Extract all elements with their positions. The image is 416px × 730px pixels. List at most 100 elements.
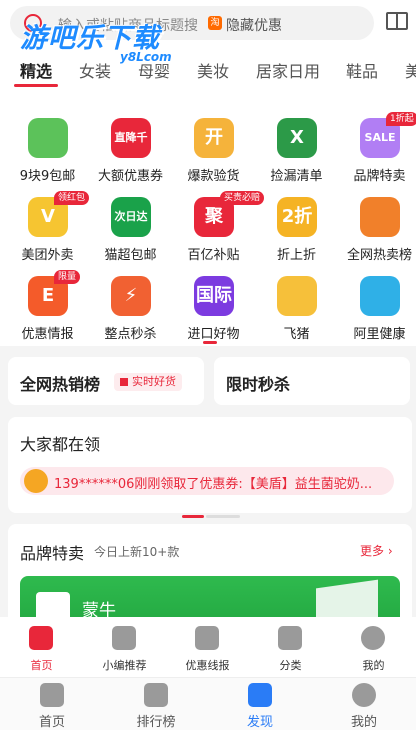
tab-discover[interactable]: 发现 — [208, 678, 312, 730]
grid-glyph: 国际 — [196, 285, 232, 306]
tab-home[interactable]: 居家日用 — [256, 58, 320, 82]
grid-glyph: X — [290, 127, 304, 148]
grid-item[interactable]: 国际 进口好物 — [172, 262, 255, 342]
tab-category[interactable]: 分类 — [249, 617, 332, 677]
grid-glyph — [28, 118, 68, 158]
tab-label: 小编推荐 — [102, 659, 147, 672]
grid-item[interactable]: 开爆款验货 — [172, 104, 255, 184]
tab-label: 发现 — [246, 715, 273, 730]
grid-label: 品牌特卖 — [353, 169, 406, 184]
brand-subtitle: 今日上新10+款 — [94, 545, 180, 559]
grid-label: 飞猪 — [283, 327, 310, 342]
tab-shoes[interactable]: 鞋品 — [346, 58, 378, 82]
grid-label: 整点秒杀 — [104, 327, 157, 342]
tab-label: 优惠线报 — [185, 659, 230, 672]
flash-sale-title: 限时秒杀 — [226, 375, 291, 394]
grid-badge: 1折起 — [386, 112, 416, 126]
everyone-title: 大家都在领 — [20, 435, 101, 454]
crown-icon — [144, 683, 168, 707]
tab-recommend[interactable]: 小编推荐 — [83, 617, 166, 677]
grid-label: 百亿补贴 — [187, 248, 240, 263]
tab-label: 首页 — [38, 715, 65, 730]
grid-glyph: ⚡ — [124, 285, 138, 306]
grid-label: 美团外卖 — [21, 248, 74, 263]
hot-list-title: 全网热销榜 — [20, 375, 101, 394]
category-icon — [278, 626, 302, 650]
tab-beauty[interactable]: 美妆 — [197, 58, 229, 82]
grid-item[interactable]: 全网热卖榜 — [338, 183, 416, 263]
grid-label: 9块9包邮 — [19, 169, 76, 184]
deal-news-icon — [195, 626, 219, 650]
grid-glyph — [277, 276, 317, 316]
grid-item[interactable]: 阿里健康 — [338, 262, 416, 342]
everyone-card: 大家都在领 139******06刚刚领取了优惠券:【美盾】益生菌驼奶... — [8, 417, 412, 518]
tab-home-outer[interactable]: 首页 — [0, 678, 104, 730]
grid-label: 猫超包邮 — [104, 248, 157, 263]
grid-label: 全网热卖榜 — [346, 248, 412, 263]
grid-label: 大额优惠券 — [97, 169, 163, 184]
tab-deal-news[interactable]: 优惠线报 — [166, 617, 249, 677]
grid-glyph — [360, 276, 400, 316]
hot-list-card[interactable]: 全网热销榜 实时好货 — [8, 357, 204, 405]
tab-women[interactable]: 女装 — [79, 58, 111, 82]
smile-icon — [352, 683, 376, 707]
grid-item[interactable]: 次日达 猫超包邮 — [89, 183, 172, 263]
grid-glyph: 开 — [205, 127, 223, 148]
flash-sale-card[interactable]: 限时秒杀 — [214, 357, 410, 405]
feature-grid: 9块9包邮 直降千元 大额优惠券开爆款验货 X 捡漏清单 SALE 1折起 品牌特卖 V 领红包美… — [0, 96, 416, 346]
tab-label: 排行榜 — [136, 715, 176, 730]
tab-crown[interactable]: 排行榜 — [104, 678, 208, 730]
grid-label: 捡漏清单 — [270, 169, 323, 184]
discover-icon — [248, 683, 272, 707]
tab-label: 分类 — [279, 659, 302, 672]
outer-tabbar: 首页 排行榜 发现 我的 — [0, 677, 416, 730]
grid-glyph: 2折 — [281, 206, 313, 227]
tab-label: 首页 — [30, 659, 53, 672]
tab-more[interactable]: 美 — [405, 58, 416, 82]
hot-tag: 实时好货 — [114, 373, 182, 391]
tab-label: 我的 — [350, 715, 377, 730]
ticker-text: 139******06刚刚领取了优惠券:【美盾】益生菌驼奶... — [54, 477, 373, 492]
grid-label: 阿里健康 — [353, 327, 406, 342]
grid-label: 进口好物 — [187, 327, 240, 342]
grid-pager — [203, 341, 217, 344]
more-link[interactable]: 更多 › — [360, 542, 393, 559]
grid-item[interactable]: ⚡ 整点秒杀 — [89, 262, 172, 342]
grid-item[interactable]: SALE 1折起 品牌特卖 — [338, 104, 416, 184]
tab-baby[interactable]: 母婴 — [138, 58, 170, 82]
tab-profile[interactable]: 我的 — [332, 617, 415, 677]
home-icon — [29, 626, 53, 650]
grid-item[interactable]: E 限量 优惠情报 — [6, 262, 89, 342]
coupon-ticker[interactable]: 139******06刚刚领取了优惠券:【美盾】益生菌驼奶... — [20, 467, 394, 495]
active-tab-indicator — [14, 84, 58, 87]
grid-glyph — [360, 197, 400, 237]
book-icon[interactable] — [386, 12, 408, 30]
tab-smile[interactable]: 我的 — [312, 678, 416, 730]
taobao-mark-icon: 淘 — [208, 16, 222, 30]
grid-item[interactable]: 9块9包邮 — [6, 104, 89, 184]
profile-icon — [361, 626, 385, 650]
recommend-icon — [112, 626, 136, 650]
tab-featured[interactable]: 精选 — [20, 58, 52, 82]
ticker-dots — [182, 503, 242, 522]
grid-label: 优惠情报 — [21, 327, 74, 342]
grid-badge: 领红包 — [54, 191, 90, 205]
grid-badge: 限量 — [54, 270, 81, 284]
home-outer-icon — [40, 683, 64, 707]
grid-item[interactable]: V 领红包 美团外卖 — [6, 183, 90, 263]
brand-title: 品牌特卖 — [20, 544, 85, 563]
grid-item[interactable]: 飞猪 — [255, 262, 338, 342]
grid-item[interactable]: 直降千元 大额优惠券 — [89, 104, 172, 184]
grid-glyph: 直降千元 — [114, 131, 148, 184]
grid-label: 爆款验货 — [187, 169, 240, 184]
grid-item[interactable]: X 捡漏清单 — [255, 104, 338, 184]
tab-label: 我的 — [362, 659, 385, 672]
grid-item[interactable]: 聚买贵必赔 百亿补贴 — [172, 183, 265, 263]
grid-label: 折上折 — [276, 248, 316, 263]
hidden-coupon-label: 隐藏优惠 — [226, 18, 282, 34]
grid-item[interactable]: 2折折上折 — [255, 183, 338, 263]
avatar — [24, 469, 48, 493]
category-tabs: 精选 女装 母婴 美妆 居家日用 鞋品 美 — [0, 58, 416, 88]
tab-home[interactable]: 首页 — [0, 617, 83, 677]
grid-glyph: 次日达 — [114, 210, 148, 223]
